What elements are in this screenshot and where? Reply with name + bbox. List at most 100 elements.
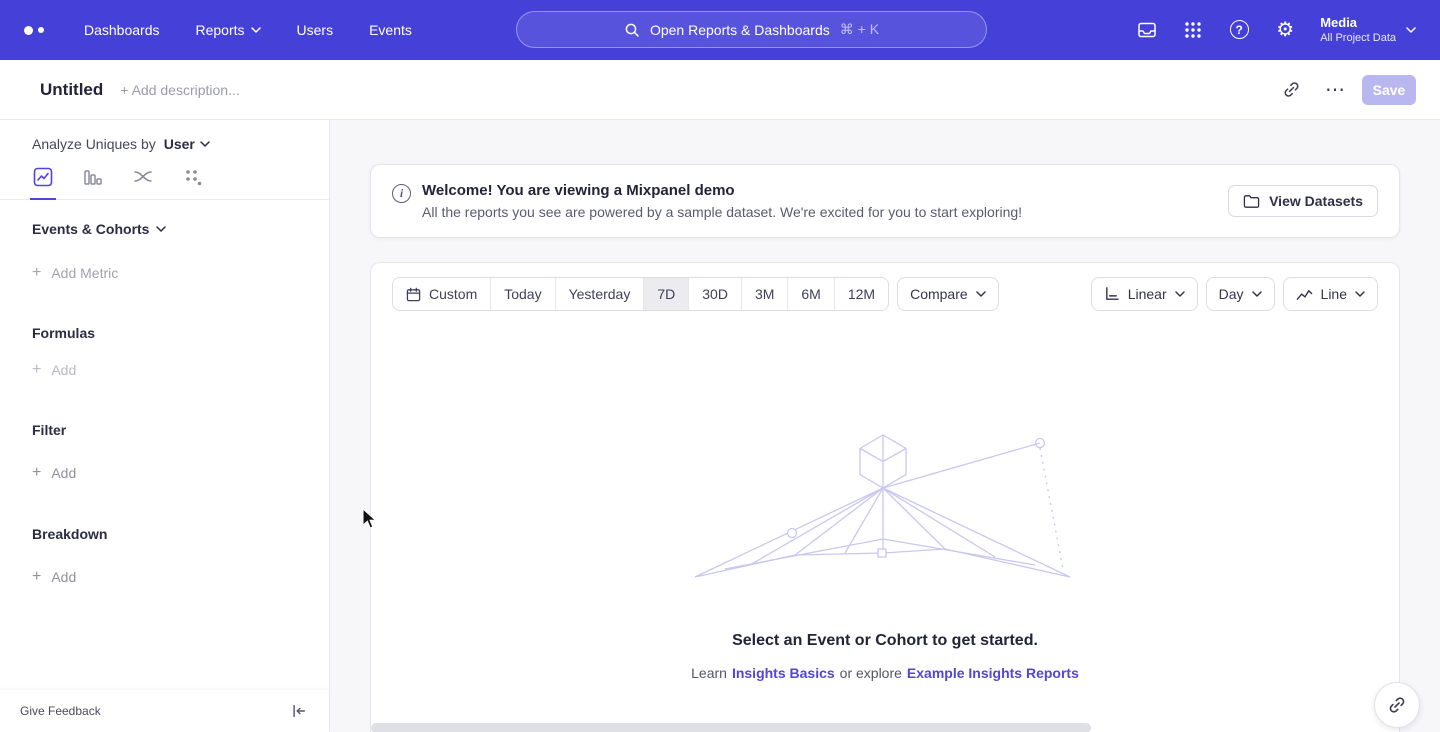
add-filter-label: Add [51, 465, 76, 481]
add-metric-label: Add Metric [51, 265, 118, 281]
range-label: Today [504, 286, 541, 302]
ellipsis-glyph: ⋯ [1325, 77, 1345, 102]
add-filter-button[interactable]: + Add [32, 464, 329, 482]
calendar-icon [406, 287, 421, 302]
banner-subtitle: All the reports you see are powered by a… [422, 204, 1022, 220]
chevron-down-icon [1355, 291, 1365, 297]
project-switcher[interactable]: Media All Project Data [1320, 14, 1416, 46]
save-button[interactable]: Save [1362, 75, 1416, 105]
date-range-6m[interactable]: 6M [787, 278, 833, 310]
search-shortcut: ⌘ + K [840, 21, 879, 38]
compare-label: Compare [910, 286, 968, 302]
plus-icon: + [32, 264, 41, 282]
chart-type-selector-button[interactable]: Line [1283, 277, 1378, 311]
range-label: 12M [848, 286, 875, 302]
gear-glyph: ⚙ [1276, 20, 1294, 40]
add-metric-button[interactable]: + Add Metric [32, 264, 329, 282]
help-glyph: ? [1230, 20, 1249, 39]
collapse-sidebar-icon[interactable] [291, 703, 307, 719]
nav-item-users[interactable]: Users [297, 22, 334, 38]
range-label: 7D [657, 286, 675, 302]
insights-chart-card: Custom Today Yesterday 7D 30D 3M 6M 12M … [370, 262, 1400, 732]
section-label-text: Events & Cohorts [32, 221, 149, 237]
date-range-7d[interactable]: 7D [643, 278, 688, 310]
help-icon[interactable]: ? [1228, 19, 1250, 41]
date-range-segmented-control: Custom Today Yesterday 7D 30D 3M 6M 12M [392, 277, 889, 311]
add-description-field[interactable]: + Add description... [120, 82, 239, 98]
chart-empty-state: Select an Event or Cohort to get started… [371, 384, 1399, 681]
more-options-icon[interactable]: ⋯ [1318, 73, 1352, 107]
sidebar-footer: Give Feedback [0, 690, 329, 732]
plus-icon: + [32, 464, 41, 482]
global-search[interactable]: Open Reports & Dashboards ⌘ + K [516, 11, 987, 48]
query-builder-sidebar: Analyze Uniques by User Events & Cohorts… [0, 120, 330, 732]
funnels-icon [83, 167, 103, 187]
add-formula-label: Add [51, 362, 76, 378]
section-label-text: Breakdown [32, 526, 107, 542]
subtitle-text: Learn [691, 665, 727, 681]
tab-insights[interactable] [30, 167, 56, 200]
formulas-header: Formulas [32, 325, 329, 341]
chevron-down-icon [251, 27, 261, 33]
compare-button[interactable]: Compare [897, 277, 999, 311]
interval-selector-button[interactable]: Day [1206, 277, 1275, 311]
chart-toolbar: Custom Today Yesterday 7D 30D 3M 6M 12M … [371, 263, 1399, 324]
range-label: 6M [801, 286, 820, 302]
axis-icon [1104, 286, 1120, 302]
horizontal-scrollbar[interactable] [371, 723, 1091, 732]
give-feedback-link[interactable]: Give Feedback [20, 704, 101, 718]
apps-grid-icon[interactable] [1182, 19, 1204, 41]
chevron-down-icon [1406, 27, 1416, 33]
nav-label: Events [369, 22, 412, 38]
view-datasets-button[interactable]: View Datasets [1228, 185, 1378, 217]
date-range-yesterday[interactable]: Yesterday [555, 278, 644, 310]
plus-icon: + [32, 361, 41, 379]
analyze-by-dropdown[interactable]: User [164, 136, 210, 152]
example-insights-reports-link[interactable]: Example Insights Reports [907, 665, 1079, 681]
share-link-button[interactable] [1374, 682, 1420, 728]
date-range-custom[interactable]: Custom [393, 278, 490, 310]
nav-label: Reports [196, 22, 245, 38]
date-range-30d[interactable]: 30D [688, 278, 741, 310]
analyze-value: User [164, 136, 195, 152]
chevron-down-icon [156, 226, 166, 232]
date-range-3m[interactable]: 3M [741, 278, 787, 310]
range-label: Custom [429, 286, 477, 302]
events-cohorts-header[interactable]: Events & Cohorts [32, 221, 329, 237]
add-breakdown-button[interactable]: + Add [32, 568, 329, 586]
report-header-bar: Untitled + Add description... ⋯ Save [0, 60, 1440, 120]
section-label-text: Filter [32, 422, 66, 438]
add-formula-button[interactable]: + Add [32, 361, 329, 379]
section-label-text: Formulas [32, 325, 95, 341]
date-range-12m[interactable]: 12M [834, 278, 888, 310]
add-breakdown-label: Add [51, 569, 76, 585]
info-icon: i [392, 184, 411, 203]
mixpanel-logo[interactable] [24, 26, 44, 35]
interval-label: Day [1219, 286, 1244, 302]
search-placeholder: Open Reports & Dashboards [650, 22, 830, 38]
nav-item-reports[interactable]: Reports [196, 22, 261, 38]
search-icon [624, 22, 640, 38]
empty-state-title: Select an Event or Cohort to get started… [732, 632, 1038, 650]
chevron-down-icon [200, 141, 210, 147]
breakdown-header: Breakdown [32, 526, 329, 542]
settings-gear-icon[interactable]: ⚙ [1274, 19, 1296, 41]
tab-funnels[interactable] [80, 167, 106, 199]
copy-link-icon[interactable] [1274, 73, 1308, 107]
project-subtitle: All Project Data [1320, 31, 1396, 46]
subtitle-text: or explore [840, 665, 902, 681]
top-navigation: Dashboards Reports Users Events Open Rep… [0, 0, 1440, 60]
range-label: 30D [702, 286, 728, 302]
report-title[interactable]: Untitled [40, 80, 103, 100]
inbox-icon[interactable] [1136, 19, 1158, 41]
tab-flows[interactable] [130, 167, 156, 199]
date-range-today[interactable]: Today [490, 278, 554, 310]
nav-item-dashboards[interactable]: Dashboards [84, 22, 160, 38]
scale-selector-button[interactable]: Linear [1091, 277, 1198, 311]
tab-retention[interactable] [180, 167, 206, 199]
demo-banner: i Welcome! You are viewing a Mixpanel de… [370, 164, 1400, 238]
plus-icon: + [32, 568, 41, 586]
insights-basics-link[interactable]: Insights Basics [732, 665, 835, 681]
nav-item-events[interactable]: Events [369, 22, 412, 38]
filter-header: Filter [32, 422, 329, 438]
